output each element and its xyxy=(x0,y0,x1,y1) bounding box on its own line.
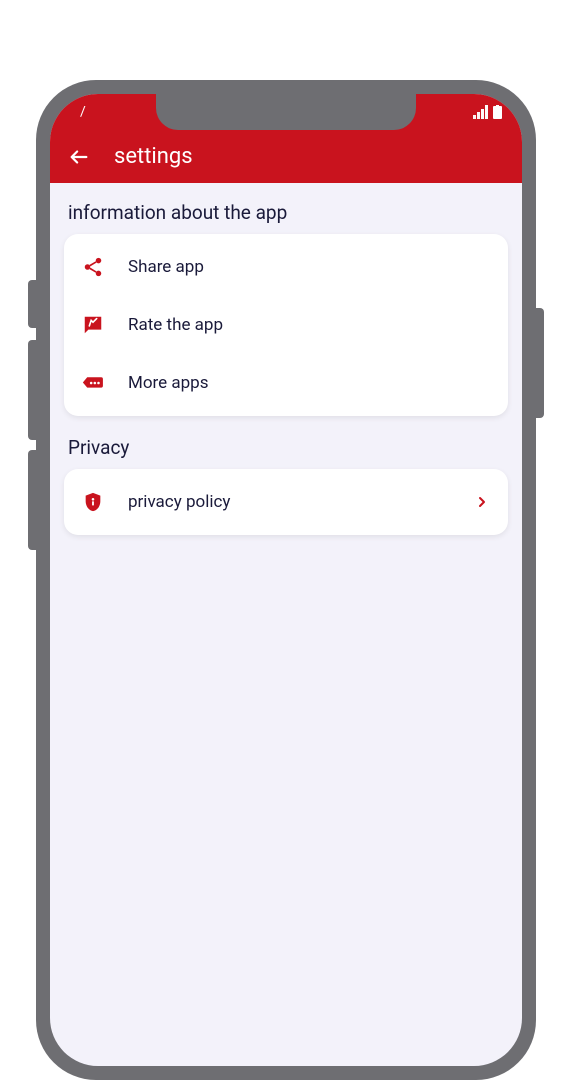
item-label: Rate the app xyxy=(128,315,490,335)
status-icons xyxy=(473,105,502,119)
screen: / settings information about the app xyxy=(50,94,522,1066)
phone-power-button xyxy=(536,308,544,418)
battery-icon xyxy=(493,105,502,119)
item-label: More apps xyxy=(128,373,490,393)
section-header-privacy: Privacy xyxy=(64,432,508,469)
info-card: Share app Rate the app More apps xyxy=(64,234,508,416)
page-title: settings xyxy=(114,144,193,169)
content: information about the app Share app Rate… xyxy=(50,183,522,565)
more-apps-icon xyxy=(82,372,104,394)
phone-frame: / settings information about the app xyxy=(36,80,536,1080)
back-arrow-icon[interactable] xyxy=(68,146,90,168)
signal-icon xyxy=(473,105,489,119)
item-label: Share app xyxy=(128,257,490,277)
phone-notch xyxy=(156,94,416,130)
share-icon xyxy=(82,256,104,278)
chevron-right-icon xyxy=(474,494,490,510)
status-time-fragment: / xyxy=(80,104,86,120)
shield-icon xyxy=(82,491,104,513)
privacy-policy-item[interactable]: privacy policy xyxy=(64,473,508,531)
phone-volume-button xyxy=(28,450,36,550)
item-label: privacy policy xyxy=(128,492,450,512)
section-header-info: information about the app xyxy=(64,197,508,234)
more-apps-item[interactable]: More apps xyxy=(64,354,508,412)
rate-icon xyxy=(82,314,104,336)
share-app-item[interactable]: Share app xyxy=(64,238,508,296)
privacy-card: privacy policy xyxy=(64,469,508,535)
app-header: settings xyxy=(50,130,522,183)
rate-app-item[interactable]: Rate the app xyxy=(64,296,508,354)
